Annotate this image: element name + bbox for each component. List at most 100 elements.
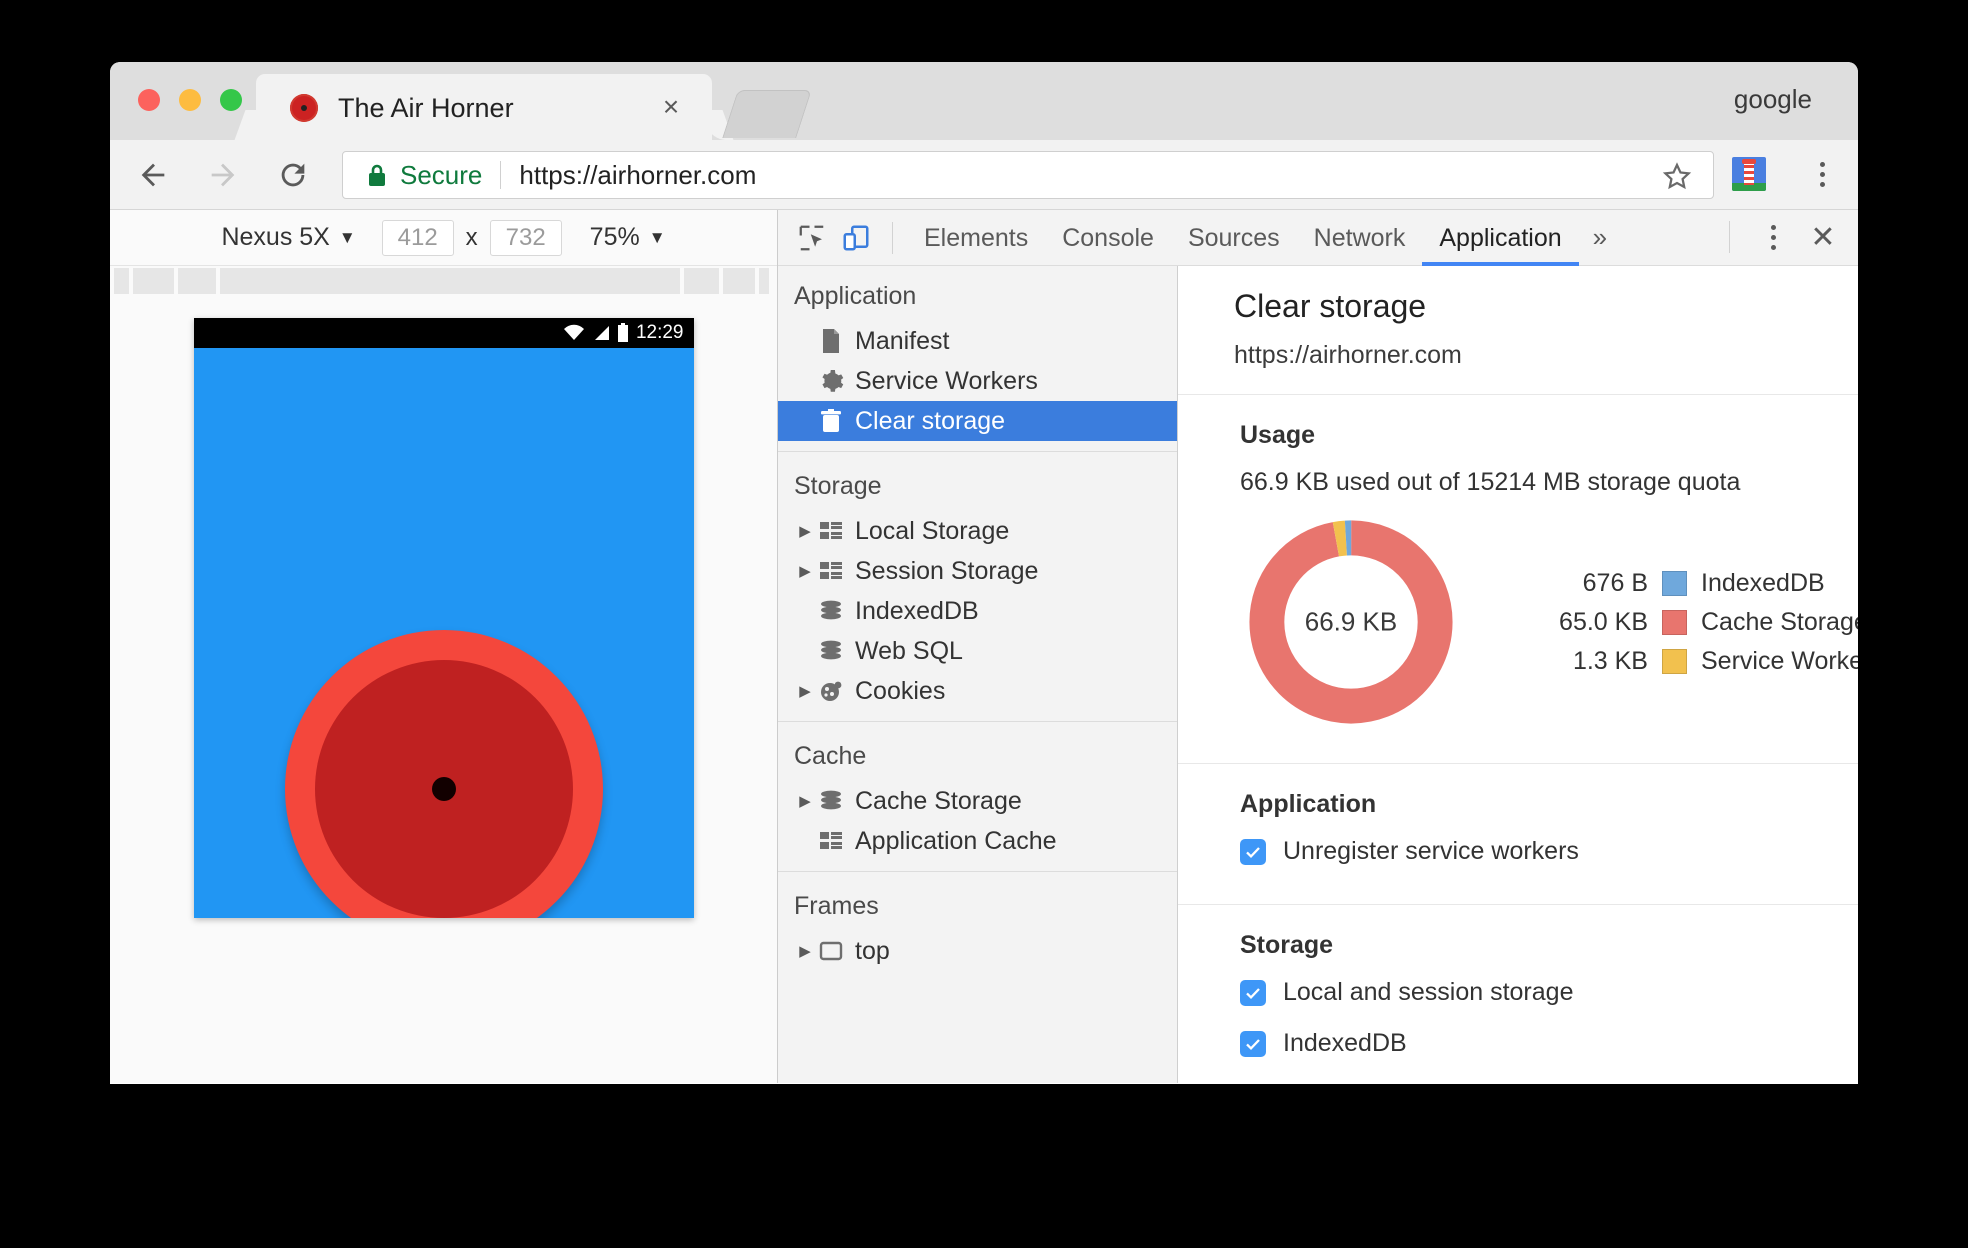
- tab-sources[interactable]: Sources: [1171, 210, 1297, 266]
- sidebar-group-cache: Cache ▶ Cache Storage Application Cache: [778, 721, 1177, 871]
- minimize-window-button[interactable]: [179, 89, 201, 111]
- tab-application[interactable]: Application: [1422, 210, 1578, 266]
- profile-name-label[interactable]: google: [1734, 84, 1812, 115]
- sidebar-item-web-sql[interactable]: ▶ Web SQL: [778, 631, 1177, 671]
- tab-console[interactable]: Console: [1045, 210, 1171, 266]
- dimension-separator: x: [465, 223, 478, 251]
- close-window-button[interactable]: [138, 89, 160, 111]
- window-traffic-lights: [138, 89, 242, 111]
- checkbox-local-and-session-storage[interactable]: [1240, 979, 1266, 1006]
- storage-section: Storage Local and session storage Indexe…: [1178, 905, 1858, 1083]
- panel-header: Clear storage https://airhorner.com: [1178, 266, 1858, 395]
- expand-arrow-icon[interactable]: ▶: [794, 522, 816, 540]
- zoom-level-dropdown[interactable]: 75% ▼: [590, 223, 666, 252]
- trash-icon: [816, 408, 846, 434]
- device-emulation-pane: Nexus 5X ▼ 412 x 732 75% ▼ 12:29: [110, 210, 778, 1083]
- application-section-title: Application: [1240, 790, 1377, 818]
- checkbox-row-unregister-service-workers[interactable]: Unregister service workers: [1240, 837, 1858, 866]
- chevron-down-icon: ▼: [338, 227, 356, 247]
- usage-section-title: Usage: [1240, 421, 1316, 449]
- lock-icon: [365, 161, 389, 189]
- back-arrow-icon[interactable]: [132, 154, 174, 196]
- legend-value: 676 B: [1582, 568, 1648, 597]
- devtools-menu-icon[interactable]: [1752, 216, 1794, 258]
- sidebar-item-cache-storage[interactable]: ▶ Cache Storage: [778, 781, 1177, 821]
- usage-summary: 66.9 KB used out of 15214 MB storage quo…: [1240, 468, 1741, 496]
- checkbox-indexeddb[interactable]: [1240, 1030, 1266, 1057]
- table-icon: [816, 560, 846, 582]
- ruler-segment[interactable]: [722, 268, 756, 294]
- ruler-segment[interactable]: [759, 268, 769, 294]
- checkbox-unregister-service-workers[interactable]: [1240, 838, 1266, 865]
- sidebar-item-session-storage[interactable]: ▶ Session Storage: [778, 551, 1177, 591]
- expand-arrow-icon[interactable]: ▶: [794, 942, 816, 960]
- sidebar-item-local-storage[interactable]: ▶ Local Storage: [778, 511, 1177, 551]
- legend-swatch-indexeddb: [1662, 570, 1687, 596]
- sidebar-item-cookies[interactable]: ▶ Cookies: [778, 671, 1177, 711]
- expand-arrow-icon[interactable]: ▶: [794, 682, 816, 700]
- maximize-window-button[interactable]: [220, 89, 242, 111]
- more-tabs-icon[interactable]: »: [1579, 222, 1621, 253]
- checkbox-label: IndexedDB: [1283, 1029, 1407, 1057]
- tab-network[interactable]: Network: [1297, 210, 1423, 266]
- device-emulation-toolbar: Nexus 5X ▼ 412 x 732 75% ▼: [110, 210, 777, 266]
- frame-icon: [816, 940, 846, 962]
- expand-arrow-icon[interactable]: ▶: [794, 792, 816, 810]
- sidebar-label: top: [855, 936, 890, 965]
- ruler-segment[interactable]: [133, 268, 174, 294]
- close-icon[interactable]: ×: [656, 92, 686, 122]
- device-width-input[interactable]: 412: [381, 219, 454, 256]
- media-query-ruler[interactable]: [110, 266, 777, 296]
- document-icon: [816, 328, 846, 354]
- panel-origin: https://airhorner.com: [1234, 341, 1462, 369]
- gear-icon: [816, 369, 846, 394]
- sidebar-item-manifest[interactable]: ▶ Manifest: [778, 321, 1177, 361]
- expand-arrow-icon[interactable]: ▶: [794, 562, 816, 580]
- chrome-menu-icon[interactable]: [1804, 156, 1840, 192]
- url-text: https://airhorner.com: [519, 159, 757, 190]
- air-horn-button[interactable]: [284, 630, 603, 918]
- tab-elements[interactable]: Elements: [907, 210, 1045, 266]
- legend-swatch-service-workers: [1662, 648, 1687, 674]
- air-horn-icon: [290, 94, 318, 122]
- database-icon: [816, 639, 846, 663]
- device-height-input[interactable]: 732: [489, 219, 562, 256]
- usage-chart-row: 66.9 KB 676 B IndexedDB 65.0 KB Cache St…: [1240, 511, 1858, 733]
- legend-swatch-cache-storage: [1662, 609, 1687, 635]
- browser-content-area: Nexus 5X ▼ 412 x 732 75% ▼ 12:29 Element…: [110, 210, 1858, 1083]
- lighthouse-extension-icon[interactable]: [1732, 157, 1766, 191]
- sidebar-label: Local Storage: [855, 516, 1010, 545]
- sidebar-group-application: Application ▶ Manifest ▶: [778, 276, 1177, 451]
- sidebar-item-clear-storage[interactable]: ▶ Clear storage: [778, 401, 1177, 441]
- ruler-segment[interactable]: [684, 268, 719, 294]
- storage-section-title: Storage: [1240, 931, 1334, 959]
- usage-donut-chart: 66.9 KB: [1240, 511, 1462, 733]
- device-toolbar-icon[interactable]: [834, 216, 878, 260]
- inspect-element-icon[interactable]: [790, 216, 834, 260]
- zoom-level-label: 75%: [589, 223, 640, 251]
- wifi-icon: [563, 324, 585, 342]
- usage-legend: 676 B IndexedDB 65.0 KB Cache Storage 1.…: [1530, 569, 1858, 676]
- browser-toolbar: Secure https://airhorner.com: [110, 140, 1858, 210]
- device-preset-dropdown[interactable]: Nexus 5X ▼: [221, 223, 355, 252]
- checkbox-row-indexeddb[interactable]: IndexedDB: [1240, 1029, 1858, 1058]
- device-viewport[interactable]: 12:29: [193, 318, 694, 918]
- new-tab-button[interactable]: [722, 90, 812, 138]
- sidebar-item-service-workers[interactable]: ▶ Service Workers: [778, 361, 1177, 401]
- address-bar[interactable]: Secure https://airhorner.com: [342, 151, 1714, 199]
- application-sidebar: Application ▶ Manifest ▶: [778, 266, 1178, 1083]
- browser-tab-active[interactable]: The Air Horner ×: [256, 74, 712, 140]
- close-devtools-icon[interactable]: ✕: [1802, 216, 1844, 258]
- sidebar-item-application-cache[interactable]: ▶: [778, 821, 1177, 861]
- legend-value: 1.3 KB: [1572, 646, 1648, 675]
- ruler-segment[interactable]: [114, 268, 130, 294]
- checkbox-row-local-session-storage[interactable]: Local and session storage: [1240, 978, 1858, 1007]
- sidebar-heading-storage: Storage: [794, 472, 882, 500]
- ruler-segment[interactable]: [177, 268, 216, 294]
- ruler-segment[interactable]: [219, 268, 681, 294]
- sidebar-item-top-frame[interactable]: ▶ top: [778, 931, 1177, 971]
- sidebar-item-indexeddb[interactable]: ▶ IndexedDB: [778, 591, 1177, 631]
- table-icon: [816, 830, 846, 852]
- bookmark-star-icon[interactable]: [1661, 161, 1693, 198]
- reload-icon[interactable]: [272, 154, 314, 196]
